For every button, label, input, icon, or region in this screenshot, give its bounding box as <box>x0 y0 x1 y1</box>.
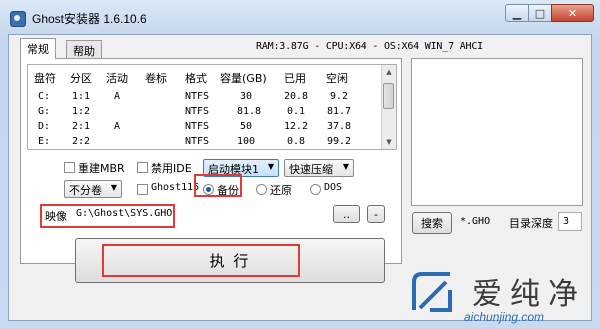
minimize-button[interactable]: ▁ <box>505 4 529 22</box>
partition-list[interactable]: 盘符 分区 活动 卷标 格式 容量(GB) 已用 空闲 C: 1:1 A NTF… <box>27 64 397 150</box>
backup-label: 备份 <box>217 184 239 197</box>
app-window: Ghost安装器 1.6.10.6 ▁ □ ✕ 常规 帮助 RAM:3.87G … <box>0 0 600 329</box>
title-bar: Ghost安装器 1.6.10.6 ▁ □ ✕ <box>0 0 600 34</box>
system-info: RAM:3.87G - CPU:X64 - OS:X64 WIN_7 AHCI <box>256 41 483 52</box>
cell-capacity: 100 <box>237 136 256 147</box>
tab-help[interactable]: 帮助 <box>66 40 102 59</box>
scroll-thumb[interactable] <box>383 83 394 109</box>
cell-free: 99.2 <box>327 136 352 147</box>
cell-used: 0.8 <box>287 136 306 147</box>
watermark-text: 爱纯净 <box>472 277 586 312</box>
compression-value: 快速压缩 <box>289 163 333 176</box>
log-box <box>411 58 583 206</box>
scroll-down-icon[interactable]: ▼ <box>382 135 396 149</box>
cell-format: NTFS <box>185 91 210 102</box>
header-free[interactable]: 空闲 <box>326 70 348 86</box>
cell-drive: G: <box>38 106 51 117</box>
dos-label: DOS <box>324 182 343 193</box>
window-title: Ghost安装器 1.6.10.6 <box>32 12 147 26</box>
rebuild-mbr-label: 重建MBR <box>78 162 125 175</box>
cell-partition: 2:2 <box>72 136 91 147</box>
header-partition[interactable]: 分区 <box>70 70 92 86</box>
cell-partition: 1:1 <box>72 91 91 102</box>
chevron-down-icon: ▼ <box>267 162 274 171</box>
cell-drive: C: <box>38 91 51 102</box>
split-select[interactable]: 不分卷 ▼ <box>64 180 122 198</box>
cell-partition: 2:1 <box>72 121 91 132</box>
cell-drive: E: <box>38 136 51 147</box>
cell-free: 81.7 <box>327 106 352 117</box>
browse-button[interactable]: .. <box>333 205 360 223</box>
disable-ide-label: 禁用IDE <box>151 162 192 175</box>
table-row[interactable]: E: 2:2 NTFS 100 0.8 99.2 <box>28 135 383 150</box>
header-drive[interactable]: 盘符 <box>34 70 56 86</box>
cell-used: 12.2 <box>284 121 309 132</box>
watermark: 爱纯净 aichunjing.com <box>404 266 600 329</box>
dos-radio[interactable] <box>310 184 321 195</box>
maximize-button[interactable]: □ <box>528 4 552 22</box>
split-value: 不分卷 <box>69 184 102 197</box>
depth-field[interactable]: 3 <box>558 212 582 231</box>
cell-active: A <box>114 91 121 102</box>
header-active[interactable]: 活动 <box>106 70 128 86</box>
cell-drive: D: <box>38 121 51 132</box>
boot-module-value: 启动模块1 <box>208 163 259 176</box>
table-row[interactable]: C: 1:1 A NTFS 30 20.8 9.2 <box>28 90 383 105</box>
cell-used: 0.1 <box>287 106 306 117</box>
header-format[interactable]: 格式 <box>185 70 207 86</box>
cell-format: NTFS <box>185 121 210 132</box>
boot-module-select[interactable]: 启动模块1 ▼ <box>203 159 279 177</box>
image-label: 映像 <box>45 210 67 223</box>
watermark-logo-icon <box>412 272 452 312</box>
search-pattern-field[interactable]: *.GHO <box>458 213 502 232</box>
restore-radio[interactable] <box>256 184 267 195</box>
cell-format: NTFS <box>185 106 210 117</box>
cell-capacity: 81.8 <box>237 106 262 117</box>
table-row[interactable]: D: 2:1 A NTFS 50 12.2 37.8 <box>28 120 383 135</box>
restore-label: 还原 <box>270 184 292 197</box>
header-capacity[interactable]: 容量(GB) <box>220 70 267 86</box>
cell-used: 20.8 <box>284 91 309 102</box>
image-path-field[interactable]: G:\Ghost\SYS.GHO <box>72 205 325 224</box>
app-icon <box>10 11 26 27</box>
cell-partition: 1:2 <box>72 106 91 117</box>
scroll-up-icon[interactable]: ▲ <box>382 65 396 79</box>
list-scrollbar[interactable]: ▲ ▼ <box>381 65 396 149</box>
ghost115-checkbox[interactable] <box>137 184 148 195</box>
cell-free: 9.2 <box>330 91 349 102</box>
depth-label: 目录深度 <box>509 217 553 230</box>
execute-button[interactable]: 执 行 <box>75 238 385 283</box>
table-row[interactable]: G: 1:2 NTFS 81.8 0.1 81.7 <box>28 105 383 120</box>
cell-capacity: 30 <box>240 91 253 102</box>
compression-select[interactable]: 快速压缩 ▼ <box>284 159 354 177</box>
tab-general[interactable]: 常规 <box>20 38 56 59</box>
search-button[interactable]: 搜索 <box>412 212 452 234</box>
backup-radio[interactable] <box>203 184 214 195</box>
rebuild-mbr-checkbox[interactable] <box>64 162 75 173</box>
cell-capacity: 50 <box>240 121 253 132</box>
chevron-down-icon: ▼ <box>110 183 117 192</box>
disable-ide-checkbox[interactable] <box>137 162 148 173</box>
cell-free: 37.8 <box>327 121 352 132</box>
watermark-url: aichunjing.com <box>464 310 545 324</box>
close-button[interactable]: ✕ <box>551 4 594 22</box>
cell-active: A <box>114 121 121 132</box>
cell-format: NTFS <box>185 136 210 147</box>
minus-button[interactable]: - <box>367 205 385 223</box>
header-volume[interactable]: 卷标 <box>145 70 167 86</box>
list-header: 盘符 分区 活动 卷标 格式 容量(GB) 已用 空闲 <box>28 65 383 87</box>
ghost115-label: Ghost115 <box>151 182 200 193</box>
header-used[interactable]: 已用 <box>284 70 306 86</box>
chevron-down-icon: ▼ <box>342 162 349 171</box>
